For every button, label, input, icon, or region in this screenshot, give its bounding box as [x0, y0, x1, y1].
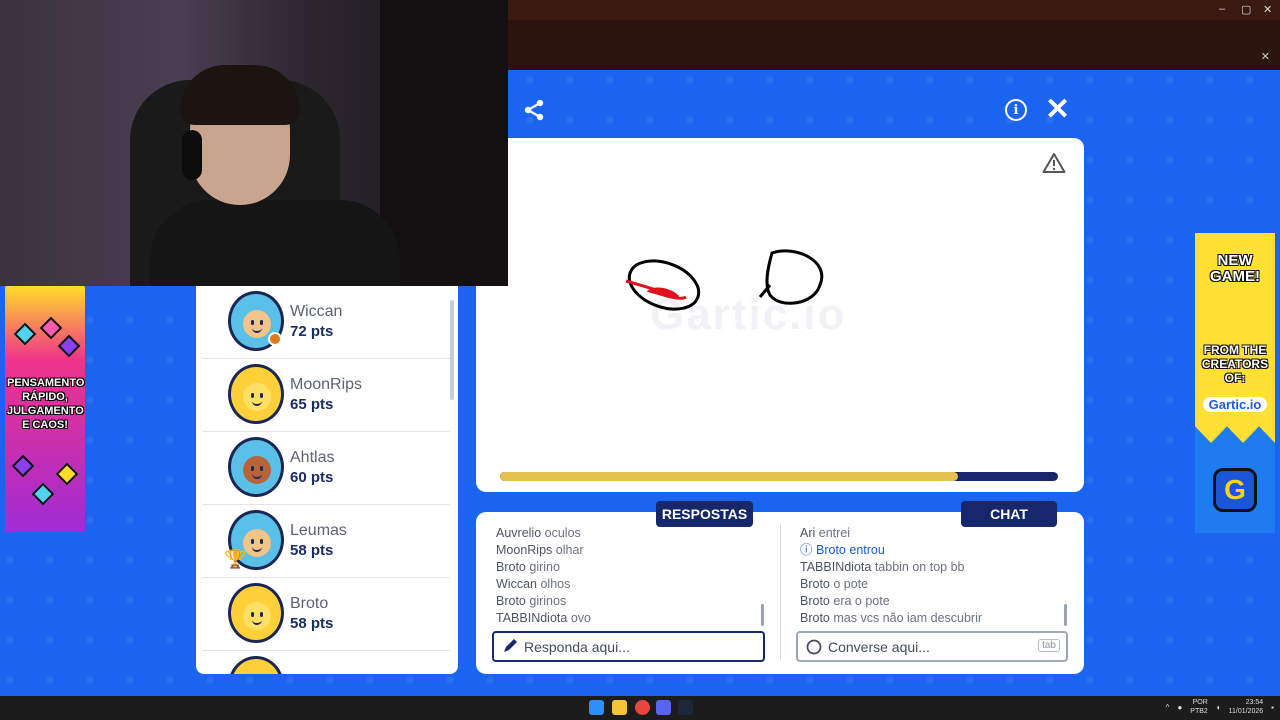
chevron-up-icon[interactable]: ^ — [1166, 703, 1170, 712]
chat-bubble-icon — [806, 639, 822, 654]
maximize-button[interactable]: ▢ — [1241, 3, 1251, 16]
chat-message: TABBINdiota tabbin on top bb — [800, 560, 965, 574]
notification-icon[interactable]: ▪ — [1271, 703, 1274, 712]
player-name: Wiccan — [290, 303, 343, 320]
webcam-person-hair — [180, 65, 300, 125]
minimize-button[interactable]: – — [1219, 3, 1225, 15]
answer-input[interactable] — [524, 638, 724, 655]
discord-icon[interactable] — [656, 700, 671, 715]
chat-message: Broto era o pote — [800, 594, 890, 608]
player-points: 65 pts — [290, 396, 334, 413]
player-points: 60 pts — [290, 469, 334, 486]
gartic-logo-icon: G — [1213, 468, 1257, 512]
chrome-icon[interactable] — [635, 700, 650, 715]
chat-message: Ari entrei — [800, 526, 851, 540]
chat-tab[interactable]: CHAT — [961, 501, 1057, 527]
report-warning-icon[interactable] — [1042, 152, 1066, 174]
taskbar: ^ ● POR PTB2 ◖ 23:54 11/01/2026 ▪ — [0, 696, 1280, 720]
answer-message: Auvrelio oculos — [496, 526, 581, 540]
window-close-button[interactable]: ✕ — [1263, 3, 1272, 16]
answer-message: Broto girinos — [496, 594, 567, 608]
gem-icon — [13, 322, 37, 346]
ad-brand: Gartic.io — [1203, 397, 1267, 412]
pencil-icon — [504, 638, 517, 652]
player-row: 🏆 Leumas 58 pts — [202, 505, 450, 578]
ad-headline: NEW GAME! — [1210, 252, 1260, 285]
webcam-person-body — [150, 200, 400, 286]
keyboard-layout[interactable]: POR PTB2 — [1190, 698, 1208, 716]
answers-tab[interactable]: RESPOSTAS — [656, 501, 753, 527]
answers-list: Auvrelio oculos MoonRips olhar Broto gir… — [496, 525, 591, 627]
player-name: Broto — [290, 595, 329, 612]
left-ad-banner[interactable]: PENSAMENTO RÁPIDO, JULGAMENTO E CAOS! — [5, 286, 85, 532]
answer-message: TABBINdiota ovo — [496, 611, 591, 625]
player-points: 58 pts — [290, 542, 334, 559]
answers-scrollbar[interactable] — [761, 604, 764, 626]
player-points: 72 pts — [290, 323, 334, 340]
player-name: Leumas — [290, 522, 347, 539]
left-ad-text: PENSAMENTO RÁPIDO, JULGAMENTO E CAOS! — [7, 377, 85, 431]
player-name: Ahtlas — [290, 449, 335, 466]
round-timer-fill — [500, 472, 958, 481]
round-timer-bar — [500, 472, 1058, 481]
right-ad-banner[interactable]: NEW GAME! FROM THE CREATORS OF: Gartic.i… — [1195, 233, 1275, 533]
player-row — [202, 651, 450, 674]
chat-list: Ari entrei ⓘ Broto entrou TABBINdiota ta… — [800, 525, 982, 627]
answer-input-box[interactable] — [492, 631, 765, 662]
player-row: Wiccan 72 pts — [202, 286, 450, 359]
answer-message: Wiccan olhos — [496, 577, 571, 591]
headphones-icon — [182, 130, 202, 180]
microphone-icon[interactable]: ● — [1177, 703, 1182, 712]
player-drawing — [625, 249, 824, 311]
player-avatar — [228, 364, 284, 424]
chat-input-box[interactable]: tab — [796, 631, 1068, 662]
answer-message: Broto girino — [496, 560, 560, 574]
chat-system-message: ⓘ Broto entrou — [800, 543, 885, 557]
player-avatar — [228, 437, 284, 497]
player-row: MoonRips 65 pts — [202, 359, 450, 432]
gem-icon — [57, 334, 81, 358]
clock[interactable]: 23:54 11/01/2026 — [1229, 698, 1264, 716]
player-row: Broto 58 pts — [202, 578, 450, 651]
trophy-icon: 🏆 — [224, 549, 247, 569]
ad-subtitle: FROM THE CREATORS OF: — [1201, 343, 1269, 385]
panel-divider — [780, 524, 781, 660]
player-avatar — [228, 656, 284, 674]
chat-input[interactable] — [828, 638, 1028, 655]
file-explorer-icon[interactable] — [612, 700, 627, 715]
share-icon[interactable] — [522, 98, 546, 122]
gem-icon — [11, 454, 35, 478]
close-game-icon[interactable]: ✕ — [1045, 95, 1070, 125]
close-icon[interactable]: ✕ — [1261, 50, 1270, 63]
player-points: 58 pts — [290, 615, 334, 632]
windows-start-icon[interactable] — [589, 700, 604, 715]
player-avatar — [228, 583, 284, 643]
info-icon[interactable]: i — [1005, 99, 1027, 121]
player-list: Wiccan 72 pts MoonRips 65 pts Ahtlas 60 … — [196, 286, 458, 674]
gem-icon — [39, 316, 63, 340]
system-tray: ^ ● POR PTB2 ◖ 23:54 11/01/2026 ▪ — [1166, 698, 1274, 716]
chat-message: Broto o pote — [800, 577, 869, 591]
player-row: Ahtlas 60 pts — [202, 432, 450, 505]
volume-icon[interactable]: ◖ — [1216, 703, 1221, 712]
chat-message: Broto mas vcs não iam descubrir — [800, 611, 983, 625]
tab-key-hint: tab — [1038, 639, 1060, 652]
steam-icon[interactable] — [678, 700, 693, 715]
webcam-curtain — [380, 0, 508, 286]
answer-message: MoonRips olhar — [496, 543, 584, 557]
gem-icon — [55, 462, 79, 486]
status-dot-icon — [268, 332, 282, 346]
webcam-overlay — [0, 0, 508, 286]
info-icon: ⓘ — [800, 543, 813, 557]
chat-scrollbar[interactable] — [1064, 604, 1067, 626]
gem-icon — [31, 482, 55, 506]
player-name: MoonRips — [290, 376, 363, 393]
player-list-scrollbar[interactable] — [450, 300, 454, 400]
